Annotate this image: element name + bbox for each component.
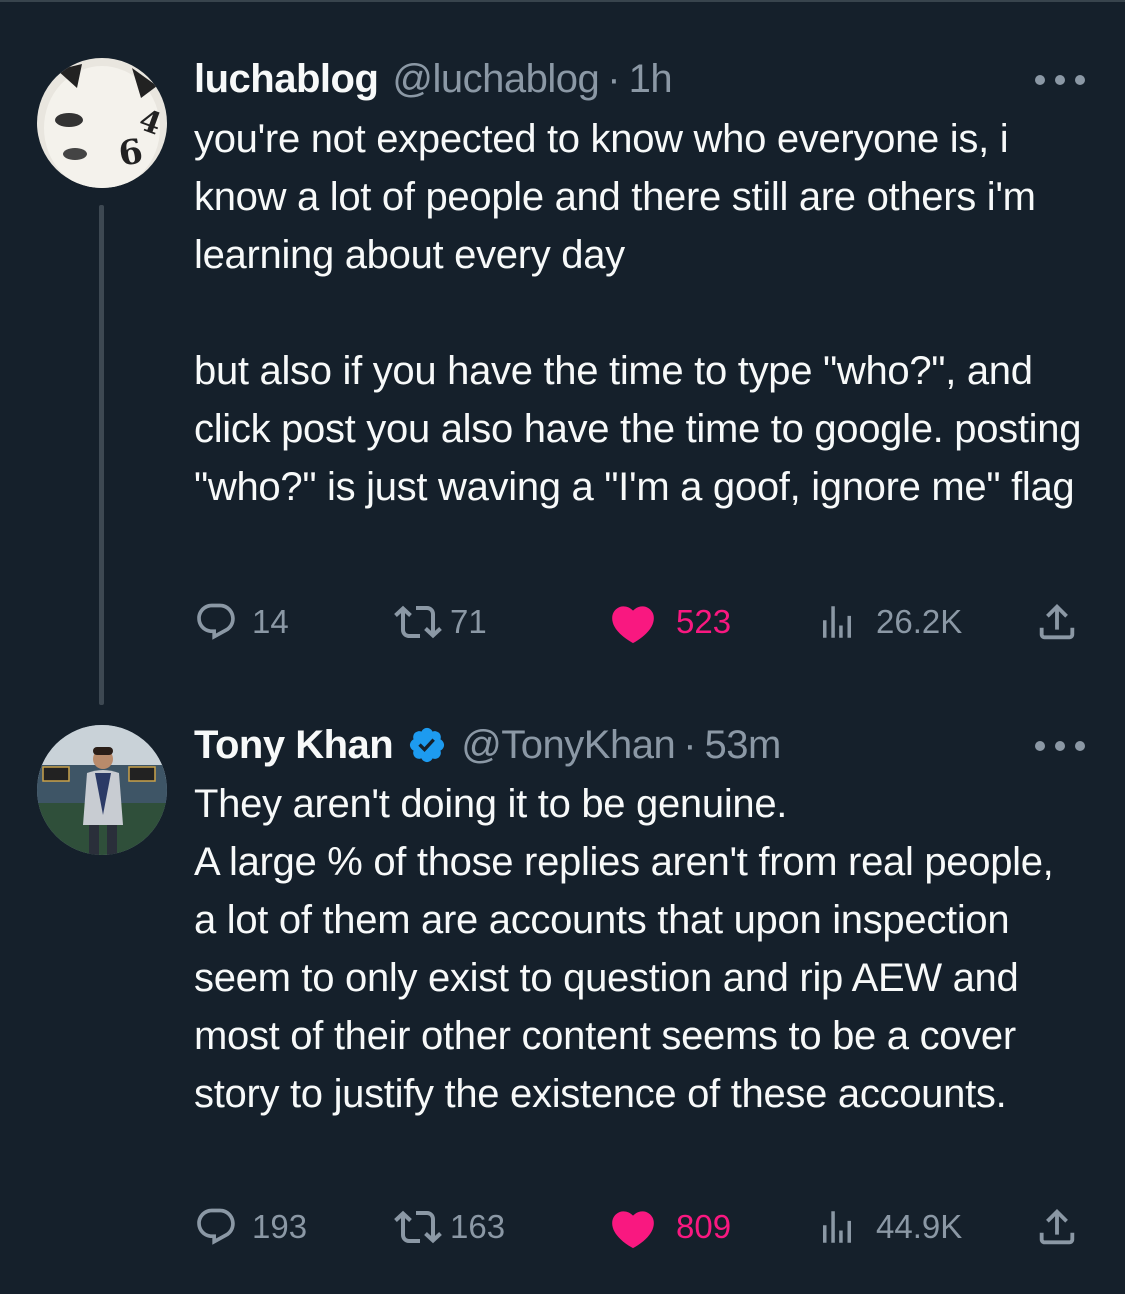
action-bar: 193 163 809 44.9K: [194, 1197, 1084, 1257]
separator-dot: ·: [683, 722, 697, 767]
views-button[interactable]: 44.9K: [816, 1197, 962, 1257]
repost-button[interactable]: 163: [394, 1197, 505, 1257]
views-icon: [823, 1211, 851, 1243]
tweet-paragraph: you're not expected to know who everyone…: [194, 117, 1036, 277]
more-icon[interactable]: [1035, 70, 1085, 90]
tweet-header: luchablog @luchablog · 1h: [194, 54, 673, 104]
views-count: 44.9K: [876, 1208, 963, 1245]
share-button[interactable]: [1034, 1197, 1080, 1257]
avatar-tonykhan[interactable]: [37, 725, 167, 855]
reply-button[interactable]: 14: [194, 592, 289, 652]
reply-count: 14: [252, 603, 289, 640]
like-icon: [612, 1211, 654, 1249]
avatar-luchablog[interactable]: 6 4: [37, 58, 167, 188]
timestamp[interactable]: 1h: [629, 57, 673, 102]
repost-icon: [394, 1210, 442, 1244]
reply-icon: [197, 603, 235, 640]
repost-count: 71: [450, 603, 487, 640]
reply-icon: [197, 1208, 235, 1245]
share-button[interactable]: [1034, 592, 1080, 652]
tweet-header: Tony Khan @TonyKhan · 53m: [194, 720, 781, 770]
tweet-paragraph: They aren't doing it to be genuine.: [194, 782, 788, 826]
tweet-paragraph: A large % of those replies aren't from r…: [194, 840, 1054, 1116]
share-icon: [1039, 603, 1075, 640]
like-icon: [612, 606, 654, 644]
separator-dot: ·: [607, 56, 621, 101]
more-icon[interactable]: [1035, 736, 1085, 756]
like-button[interactable]: 809: [608, 1197, 731, 1257]
display-name[interactable]: luchablog: [194, 57, 379, 102]
views-button[interactable]: 26.2K: [816, 592, 962, 652]
repost-button[interactable]: 71: [394, 592, 487, 652]
views-count: 26.2K: [876, 603, 963, 640]
reply-button[interactable]: 193: [194, 1197, 307, 1257]
views-icon: [823, 606, 851, 638]
like-count: 523: [676, 603, 732, 640]
repost-icon: [394, 605, 442, 639]
display-name[interactable]: Tony Khan: [194, 723, 394, 768]
tweet-text: They aren't doing it to be genuine. A la…: [194, 775, 1094, 1123]
verified-badge-icon: [410, 727, 445, 763]
like-count: 809: [676, 1208, 732, 1245]
user-handle[interactable]: @TonyKhan: [461, 723, 676, 768]
top-divider: [0, 0, 1125, 2]
like-button[interactable]: 523: [608, 592, 731, 652]
timestamp[interactable]: 53m: [705, 723, 782, 768]
repost-count: 163: [450, 1208, 506, 1245]
thread-line: [99, 205, 104, 705]
user-handle[interactable]: @luchablog: [392, 57, 599, 102]
share-icon: [1039, 1208, 1075, 1245]
tweet-paragraph: but also if you have the time to type "w…: [194, 349, 1082, 509]
tweet-text: you're not expected to know who everyone…: [194, 110, 1094, 516]
reply-count: 193: [252, 1208, 308, 1245]
action-bar: 14 71 523 26.2K: [194, 592, 1084, 652]
